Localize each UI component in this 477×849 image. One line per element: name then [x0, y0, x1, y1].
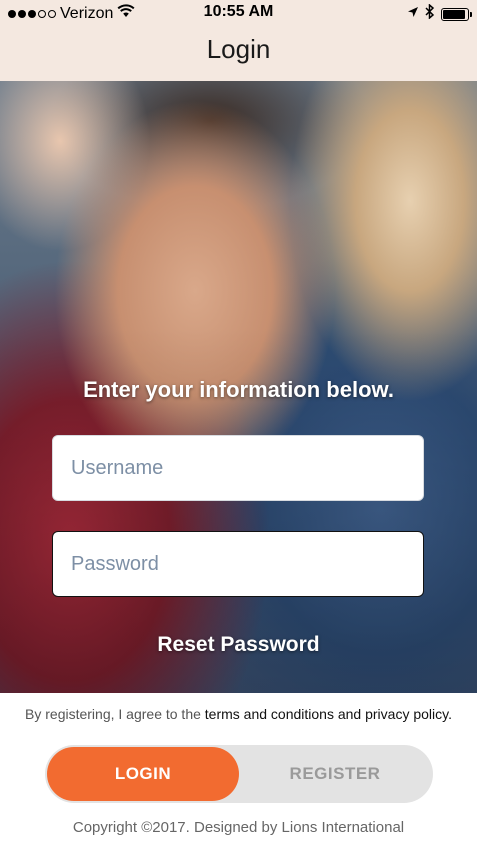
terms-notice: By registering, I agree to the terms and… [0, 706, 477, 722]
terms-link[interactable]: terms and conditions and privacy policy. [205, 706, 452, 722]
password-input[interactable] [53, 532, 423, 596]
password-field[interactable] [52, 531, 424, 597]
terms-prefix: By registering, I agree to the [25, 706, 205, 722]
location-arrow-icon [407, 5, 419, 23]
login-button[interactable]: LOGIN [47, 747, 239, 801]
register-button[interactable]: REGISTER [239, 747, 431, 801]
reset-password-link[interactable]: Reset Password [0, 633, 477, 657]
battery-icon [441, 7, 472, 21]
username-input[interactable] [53, 436, 423, 500]
status-right [407, 3, 472, 24]
status-time: 10:55 AM [203, 3, 274, 20]
page-title: Login [206, 34, 271, 64]
status-bar: Verizon 10:55 AM [0, 0, 477, 26]
top-bar: Verizon 10:55 AM Login [0, 0, 477, 81]
hero-background-photo: Enter your information below. Reset Pass… [0, 81, 477, 693]
copyright-text: Copyright ©2017. Designed by Lions Inter… [72, 819, 405, 836]
login-register-toggle: LOGIN REGISTER [45, 745, 433, 803]
username-field[interactable] [52, 435, 424, 501]
bluetooth-icon [425, 3, 435, 24]
form-heading: Enter your information below. [83, 377, 394, 402]
